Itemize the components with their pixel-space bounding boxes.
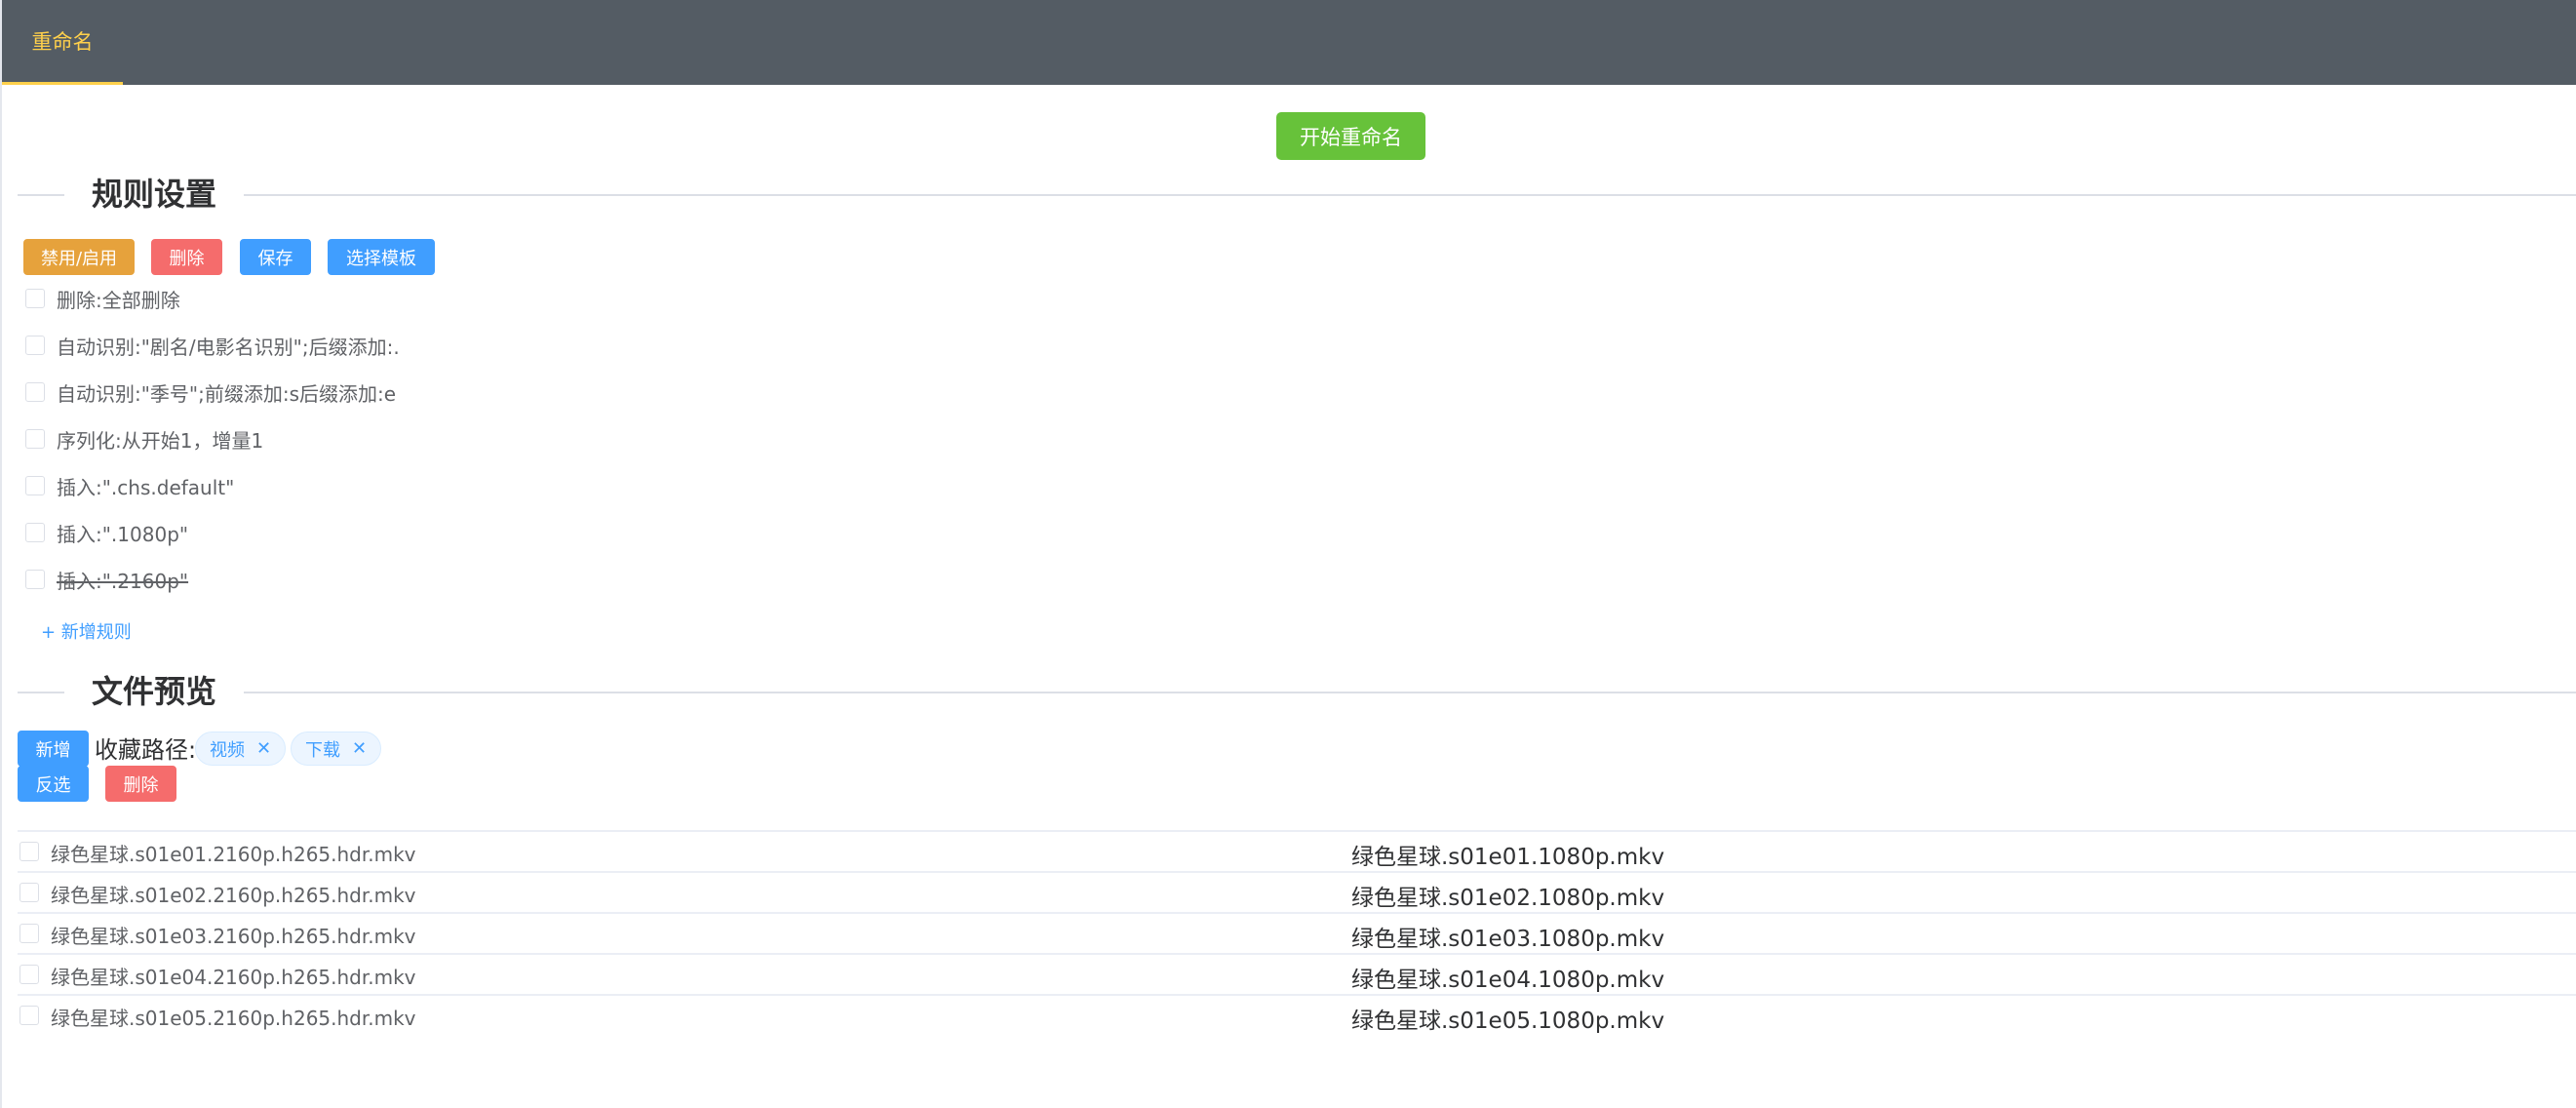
rule-item[interactable]: 插入:".1080p": [25, 518, 188, 547]
invert-selection-button[interactable]: 反选: [18, 766, 89, 802]
choose-template-button[interactable]: 选择模板: [328, 239, 435, 275]
close-icon[interactable]: ✕: [352, 738, 367, 759]
new-filename: 绿色星球.s01e05.1080p.mkv: [1351, 1009, 1665, 1034]
table-row[interactable]: 绿色星球.s01e01.2160p.h265.hdr.mkv 绿色星球.s01e0…: [18, 830, 2576, 871]
rule-checkbox[interactable]: [25, 382, 45, 402]
rule-checkbox[interactable]: [25, 289, 45, 308]
tab-rename[interactable]: 重命名: [2, 0, 123, 85]
rule-text: 自动识别:"剧名/电影名识别";后缀添加:.: [57, 335, 400, 359]
rule-text: 插入:".chs.default": [57, 475, 235, 499]
rule-checkbox[interactable]: [25, 476, 45, 495]
table-row[interactable]: 绿色星球.s01e03.2160p.h265.hdr.mkv 绿色星球.s01e0…: [18, 912, 2576, 953]
original-filename: 绿色星球.s01e05.2160p.h265.hdr.mkv: [51, 1007, 416, 1030]
original-filename: 绿色星球.s01e04.2160p.h265.hdr.mkv: [51, 966, 416, 989]
add-file-button[interactable]: 新增: [18, 731, 89, 767]
original-filename: 绿色星球.s01e02.2160p.h265.hdr.mkv: [51, 884, 416, 907]
rule-checkbox[interactable]: [25, 336, 45, 355]
new-filename: 绿色星球.s01e02.1080p.mkv: [1351, 886, 1665, 911]
rule-item[interactable]: 插入:".chs.default": [25, 471, 234, 500]
favorite-tag-label: 视频: [210, 739, 245, 761]
new-filename: 绿色星球.s01e04.1080p.mkv: [1351, 968, 1665, 993]
table-row[interactable]: 绿色星球.s01e02.2160p.h265.hdr.mkv 绿色星球.s01e0…: [18, 871, 2576, 912]
rule-text: 序列化:从开始1，增量1: [57, 428, 264, 453]
original-filename: 绿色星球.s01e01.2160p.h265.hdr.mkv: [51, 843, 416, 866]
top-nav-bar: 重命名: [2, 0, 2576, 85]
new-filename: 绿色星球.s01e03.1080p.mkv: [1351, 927, 1665, 952]
original-filename: 绿色星球.s01e03.2160p.h265.hdr.mkv: [51, 925, 416, 948]
file-checkbox[interactable]: [20, 965, 39, 984]
file-checkbox[interactable]: [20, 1006, 39, 1025]
app-page: 重命名 开始重命名 规则设置 禁用/启用 删除 保存 选择模板 删除:全部删除自…: [0, 0, 2576, 1108]
rule-item[interactable]: 自动识别:"剧名/电影名识别";后缀添加:.: [25, 331, 400, 360]
add-rule-link[interactable]: + 新增规则: [41, 618, 132, 644]
file-checkbox[interactable]: [20, 842, 39, 861]
rule-text: 插入:".1080p": [57, 522, 189, 546]
tab-rename-label: 重命名: [31, 30, 94, 54]
file-checkbox[interactable]: [20, 924, 39, 943]
rules-section-title: 规则设置: [64, 175, 245, 214]
rule-item[interactable]: 删除:全部删除: [25, 284, 180, 313]
favorites-label: 收藏路径:: [95, 736, 197, 764]
rule-text: 插入:".2160p": [57, 569, 189, 593]
rule-checkbox[interactable]: [25, 429, 45, 449]
rule-text: 删除:全部删除: [57, 288, 180, 312]
rule-checkbox[interactable]: [25, 523, 45, 542]
toggle-rule-button[interactable]: 禁用/启用: [23, 239, 135, 275]
start-rename-button[interactable]: 开始重命名: [1276, 112, 1425, 160]
rules-divider: 规则设置: [18, 175, 2576, 214]
new-filename: 绿色星球.s01e01.1080p.mkv: [1351, 845, 1665, 870]
delete-rule-button[interactable]: 删除: [151, 239, 222, 275]
files-section-title: 文件预览: [64, 672, 245, 711]
rule-checkbox[interactable]: [25, 570, 45, 589]
file-checkbox[interactable]: [20, 883, 39, 902]
rule-item[interactable]: 序列化:从开始1，增量1: [25, 424, 263, 454]
rule-text: 自动识别:"季号";前缀添加:s后缀添加:e: [57, 381, 397, 406]
rule-item[interactable]: 插入:".2160p": [25, 565, 188, 594]
favorite-tag-video[interactable]: 视频 ✕: [195, 732, 287, 766]
files-divider: 文件预览: [18, 672, 2576, 711]
table-row[interactable]: 绿色星球.s01e05.2160p.h265.hdr.mkv 绿色星球.s01e0…: [18, 994, 2576, 1035]
table-row[interactable]: 绿色星球.s01e04.2160p.h265.hdr.mkv 绿色星球.s01e0…: [18, 953, 2576, 994]
delete-file-button[interactable]: 删除: [105, 766, 176, 802]
save-rule-button[interactable]: 保存: [240, 239, 311, 275]
favorite-tag-download[interactable]: 下载 ✕: [291, 732, 382, 766]
close-icon[interactable]: ✕: [256, 738, 271, 759]
favorite-tag-label: 下载: [305, 739, 340, 761]
rule-item[interactable]: 自动识别:"季号";前缀添加:s后缀添加:e: [25, 377, 396, 407]
